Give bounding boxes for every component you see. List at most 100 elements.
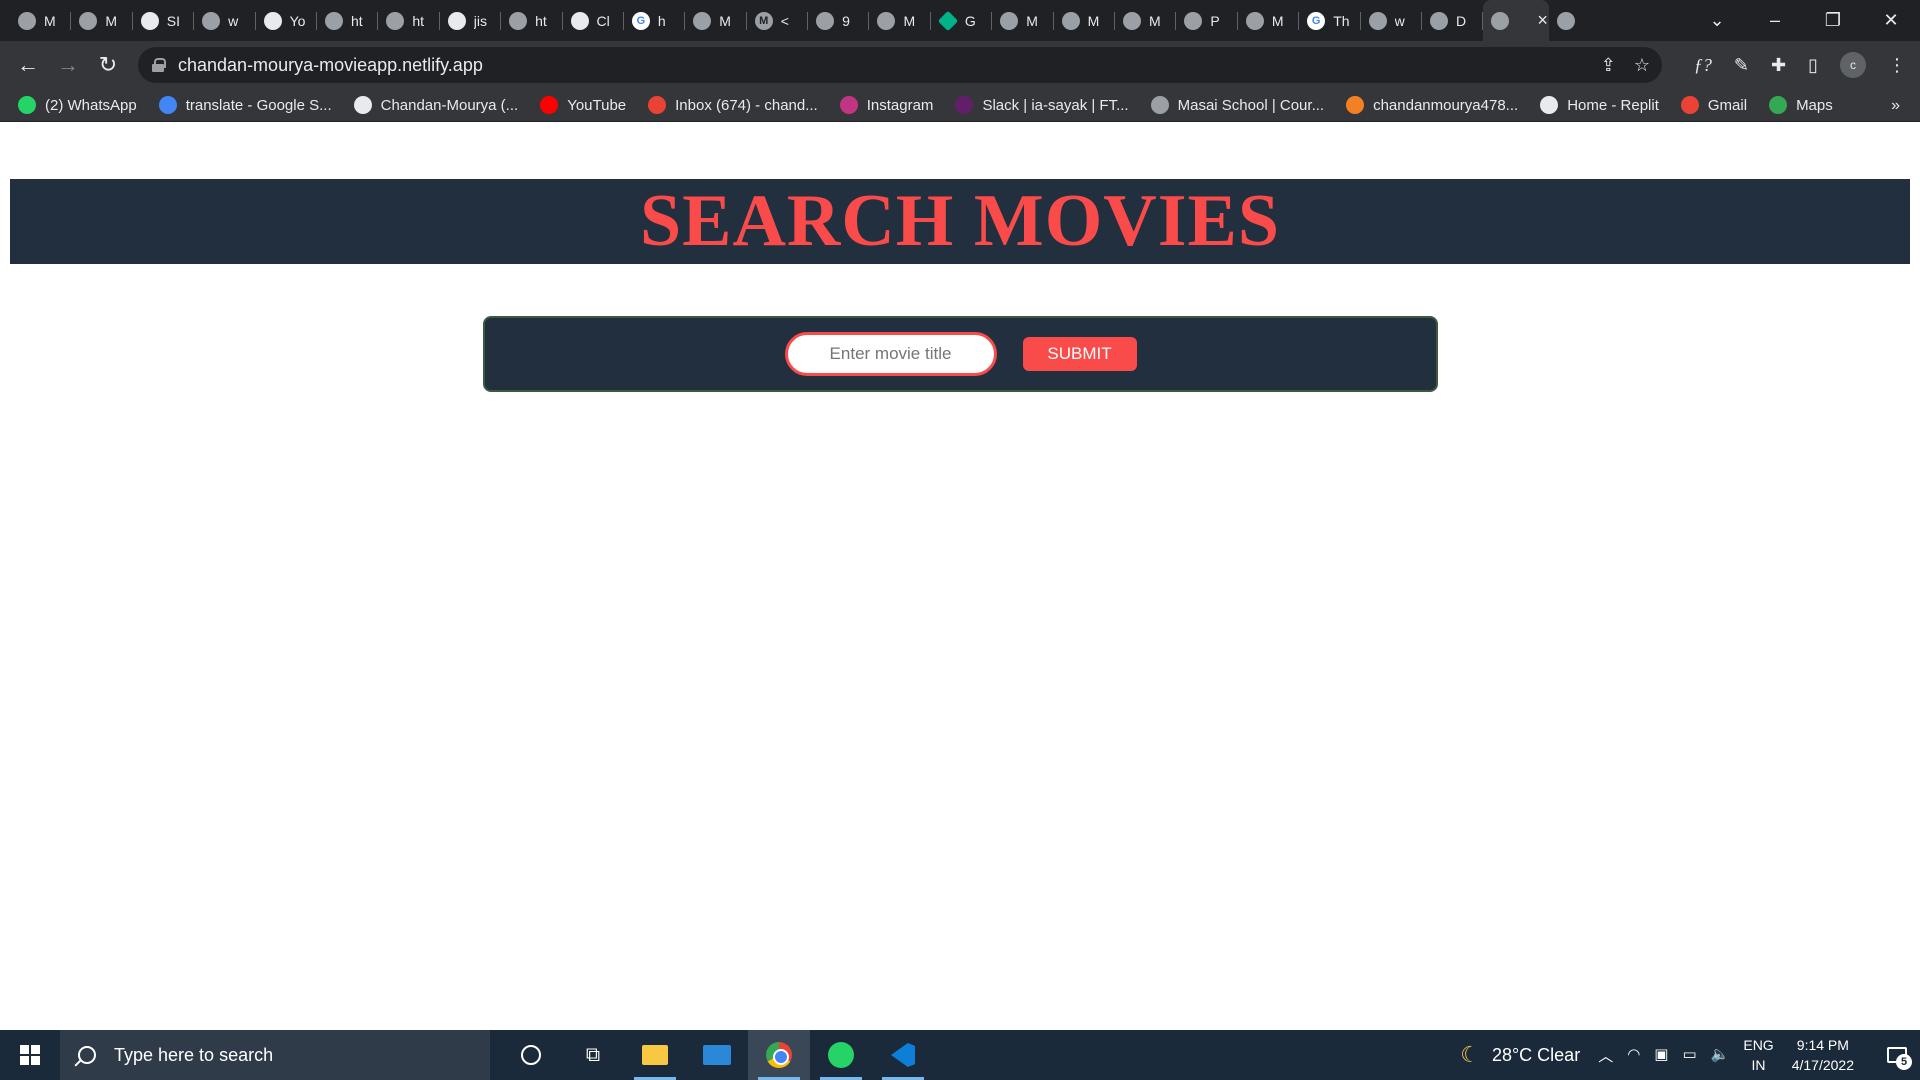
meet-now-icon[interactable]: ▣ [1654, 1045, 1668, 1066]
google-favicon-icon: G [631, 11, 650, 30]
tab[interactable]: w [1361, 0, 1422, 41]
search-icon [78, 1046, 96, 1064]
file-explorer-button[interactable] [624, 1030, 686, 1080]
bookmark-item[interactable]: translate - Google S... [158, 96, 332, 114]
clock[interactable]: 9:14 PM 4/17/2022 [1792, 1035, 1854, 1075]
address-bar[interactable]: chandan-mourya-movieapp.netlify.app ⇪ ☆ [138, 47, 1662, 83]
reload-icon[interactable]: ↻ [88, 45, 128, 85]
speaker-icon[interactable]: 🔈 [1711, 1045, 1730, 1066]
tab[interactable]: Gh [624, 0, 686, 41]
bookmark-item[interactable]: Home - Replit [1540, 96, 1659, 114]
vscode-button[interactable] [872, 1030, 934, 1080]
weather-widget[interactable]: ☾ 28°C Clear [1460, 1042, 1580, 1068]
tab-title: Yo [289, 12, 306, 29]
tab-title: P [1210, 12, 1220, 29]
bookmark-favicon-icon [1680, 96, 1699, 114]
whatsapp-button[interactable] [810, 1030, 872, 1080]
tab[interactable]: G Th [1299, 0, 1361, 41]
start-button[interactable] [0, 1030, 60, 1080]
globe-favicon-icon [202, 11, 221, 30]
notification-center[interactable]: 5 [1874, 1030, 1920, 1080]
url-text[interactable]: chandan-mourya-movieapp.netlify.app [178, 55, 483, 76]
tab[interactable]: M < [747, 0, 809, 41]
tab[interactable]: 9 [808, 0, 870, 41]
tab[interactable]: D [1422, 0, 1484, 41]
folder-icon [642, 1045, 668, 1065]
task-view-button[interactable]: ⧉ [562, 1030, 624, 1080]
chrome-button[interactable] [748, 1030, 810, 1080]
function-extension-icon[interactable]: ƒ? [1694, 55, 1712, 76]
tab[interactable]: M [1054, 0, 1116, 41]
tab-title: M [1087, 12, 1100, 29]
tab[interactable]: M [992, 0, 1054, 41]
mail-button[interactable] [686, 1030, 748, 1080]
tab-title: Th [1333, 12, 1350, 29]
lock-icon[interactable] [152, 58, 166, 72]
bookmarks-overflow-icon[interactable]: » [1891, 89, 1900, 122]
github-favicon-icon [570, 11, 589, 30]
menu-dots-icon[interactable]: ⋮ [1888, 55, 1906, 76]
bookmark-item[interactable]: (2) WhatsApp [18, 96, 137, 114]
pen-extension-icon[interactable]: ✎ [1734, 55, 1749, 76]
tab[interactable]: G [931, 0, 993, 41]
bookmark-item[interactable]: chandanmourya478... [1346, 96, 1518, 114]
bookmark-item[interactable]: Instagram [839, 96, 934, 114]
bookmark-item[interactable]: Maps [1769, 96, 1833, 114]
medium-favicon-icon: M [754, 11, 773, 30]
restore-icon[interactable]: ❐ [1804, 10, 1862, 31]
forward-arrow-icon[interactable]: → [48, 45, 88, 85]
side-panel-icon[interactable]: ▯ [1808, 55, 1818, 76]
bookmark-label: Instagram [866, 96, 934, 114]
bookmark-item[interactable]: YouTube [540, 96, 626, 114]
tab[interactable]: SI [133, 0, 195, 41]
close-tab-icon[interactable]: × [1537, 10, 1548, 31]
movie-title-input[interactable] [784, 332, 997, 376]
puzzle-extensions-icon[interactable]: ✚ [1771, 55, 1786, 76]
globe-favicon-icon [1368, 11, 1387, 30]
close-window-icon[interactable]: ✕ [1862, 10, 1920, 31]
back-arrow-icon[interactable]: ← [8, 45, 48, 85]
tab[interactable]: ht [317, 0, 379, 41]
profile-avatar[interactable]: c [1840, 52, 1866, 78]
tab[interactable]: Cl [563, 0, 624, 41]
share-icon[interactable]: ⇪ [1601, 55, 1616, 76]
tab[interactable]: M [1115, 0, 1177, 41]
bookmark-item[interactable]: Masai School | Cour... [1150, 96, 1324, 114]
input-language[interactable]: ENG IN [1743, 1035, 1773, 1075]
search-panel: SUBMIT [483, 316, 1438, 392]
taskbar-search[interactable]: Type here to search [60, 1030, 490, 1080]
globe-favicon-icon [1123, 11, 1142, 30]
tab[interactable]: ht [378, 0, 440, 41]
tab[interactable]: w [194, 0, 256, 41]
wifi-icon[interactable]: ◠ [1627, 1045, 1640, 1066]
tab[interactable]: ht [1549, 0, 1580, 41]
tab[interactable]: Yo [256, 0, 317, 41]
chevron-up-icon[interactable]: ︿ [1598, 1045, 1613, 1066]
submit-button[interactable]: SUBMIT [1022, 337, 1137, 371]
tab-search-chevron-icon[interactable]: ⌄ [1688, 10, 1746, 31]
globe-favicon-icon [1245, 11, 1264, 30]
battery-icon[interactable]: ▭ [1682, 1045, 1696, 1066]
bookmark-item[interactable]: Chandan-Mourya (... [353, 96, 518, 114]
google-favicon-icon: G [1307, 11, 1326, 30]
tab-list: MMSIwYohthtjishtClGhMM<9MGMMMPMGThwD×ht+ [0, 0, 1580, 41]
tab-active[interactable]: × [1483, 0, 1550, 41]
tab[interactable]: P [1176, 0, 1238, 41]
tab[interactable]: M [685, 0, 747, 41]
tab[interactable]: M [1238, 0, 1300, 41]
bookmark-item[interactable]: Inbox (674) - chand... [648, 96, 818, 114]
tab-title: M [1149, 12, 1161, 29]
cortana-button[interactable] [500, 1030, 562, 1080]
bookmark-item[interactable]: Slack | ia-sayak | FT... [955, 96, 1129, 114]
tab[interactable]: M [10, 0, 72, 41]
bookmark-favicon-icon [955, 96, 974, 114]
lang-line2: IN [1751, 1057, 1766, 1073]
minimize-icon[interactable]: – [1746, 10, 1804, 31]
tab[interactable]: jis [440, 0, 502, 41]
bookmark-star-icon[interactable]: ☆ [1634, 55, 1650, 76]
bookmark-item[interactable]: Gmail [1680, 96, 1747, 114]
tab[interactable]: M [869, 0, 931, 41]
tab[interactable]: M [71, 0, 133, 41]
tab[interactable]: ht [501, 0, 563, 41]
bookmark-favicon-icon [158, 96, 177, 114]
